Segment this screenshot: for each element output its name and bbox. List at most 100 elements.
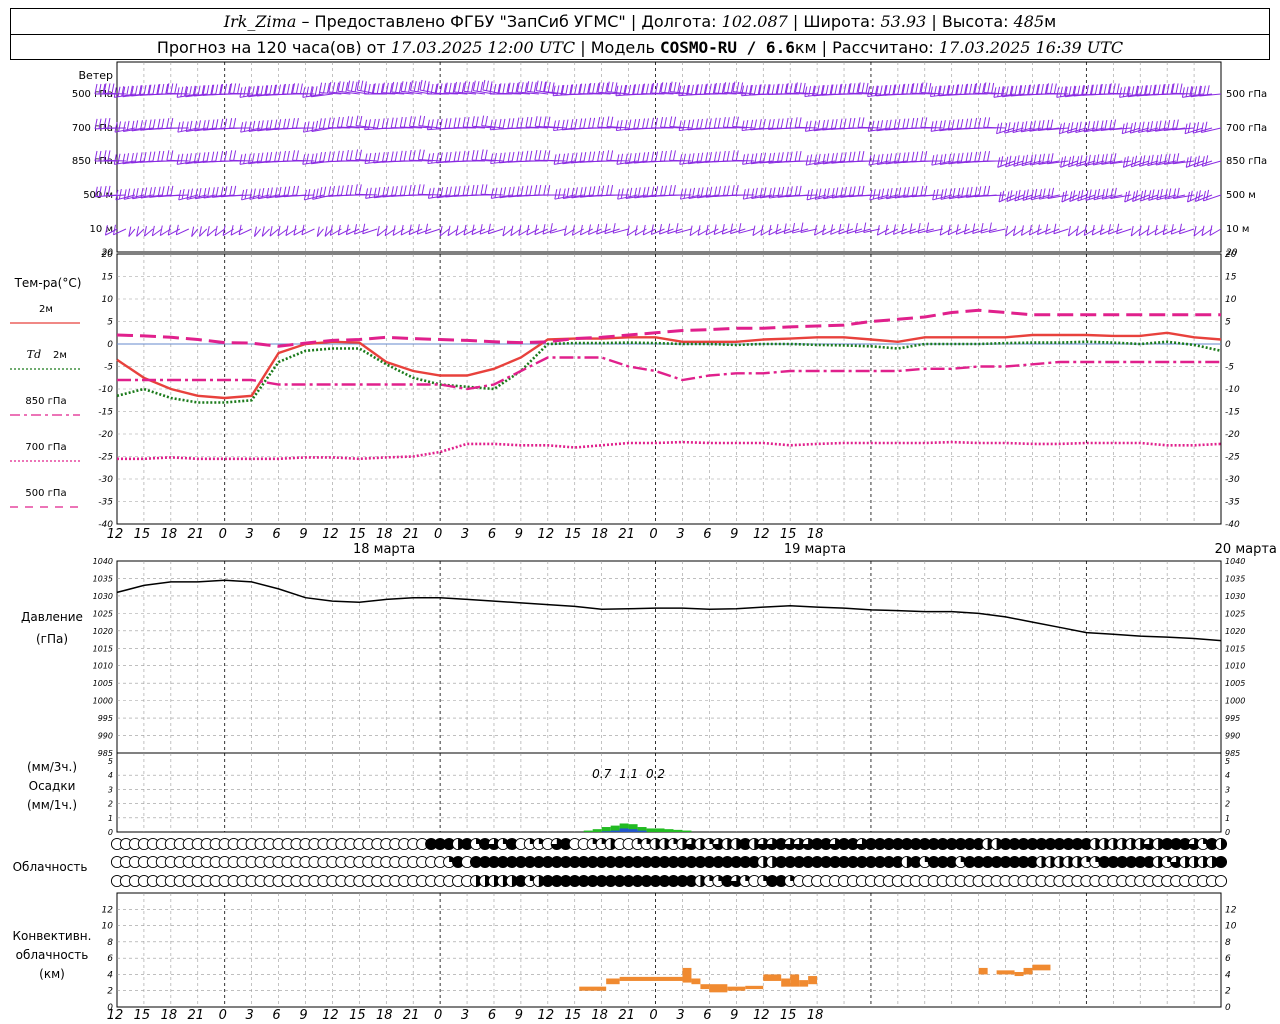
wind-barb-flag [816,85,820,96]
wind-barb-flag [408,150,412,161]
wind-barb-flag [1135,190,1139,201]
wind-barb-flag [777,187,781,198]
wind-barb-flag [368,153,372,164]
wind-barb-flag [180,121,184,132]
wind-barb-shaft [425,228,441,235]
wind-barb-flag [754,119,758,130]
wind-barb-flag [553,154,557,165]
wind-barb-flag [502,118,506,129]
wind-barb-shaft [604,228,620,235]
wind-barb-flag [735,116,739,127]
y-tick-right-pres: 1015 [1225,644,1245,653]
wind-barb-flag [1124,191,1128,203]
wind-barb-flag [543,116,547,127]
wind-barb-flag [269,152,273,163]
wind-barb-flag [892,224,896,235]
wind-barb-flag [610,150,614,161]
y-tick-right-temp: -5 [1225,363,1234,373]
wind-barb-flag [825,119,829,130]
wind-barb-flag [354,81,358,92]
x-tick-conv: 21 [188,1008,205,1023]
wind-barb-flag [403,117,407,128]
wind-barb-flag [161,83,165,95]
y-tick-right-temp: -15 [1225,408,1240,418]
wind-barb-flag [350,81,354,92]
x-tick-conv: 9 [299,1008,307,1023]
wind-barb-flag [143,152,147,163]
wind-barb-flag [1159,188,1163,200]
x-tick-temp: 12 [538,527,555,542]
x-tick-temp: 6 [488,527,496,542]
wind-barb-flag [471,150,475,161]
wind-barb-flag [683,188,687,199]
wind-barb-flag [1078,121,1082,132]
wind-barb-flag [963,223,967,235]
wind-barb-flag [955,224,959,235]
wind-barb-flag [1122,86,1126,97]
wind-barb-flag [781,186,785,198]
meteogram: Ветер 500 гПа 500 гПа 700 гПа 700 гПа 850 гПа… [10,61,1277,1023]
wind-barb-flag [1005,156,1009,167]
wind-barb-flag [758,119,762,130]
y-tick-left-prec: 2 [108,800,113,809]
wind-barb-flag [345,184,349,196]
wind-barb-flag [969,186,973,198]
wind-barb-flag [1014,190,1018,202]
wind-barb-flag [332,82,336,93]
y-tick-right-pres: 990 [1225,732,1240,741]
wind-barb-flag [1204,121,1208,132]
wind-barb-flag [1156,189,1160,200]
wind-barb-flag [286,83,290,95]
wind-barb-flag [987,82,991,93]
wind-barb-flag [814,225,817,236]
wind-barb-flag [408,116,412,127]
wind-barb-flag [620,188,624,199]
wind-barb-flag [794,117,798,128]
x-tick-temp: 3 [245,527,253,542]
wind-barb-flag [480,184,484,195]
wind-barb-flag [534,184,538,196]
x-tick-conv: 18 [807,1008,824,1023]
wind-barb-flag [960,119,964,130]
y-tick-left-temp: 10 [102,295,114,305]
conv-cloud-bar [808,976,818,985]
wind-barb-flag [867,121,871,132]
wind-barb-flag [1087,154,1091,165]
wind-barb-flag [745,153,749,164]
conv-cloud-bar [745,985,764,990]
wind-barb-flag [596,223,600,235]
x-tick-temp: 0 [434,527,442,542]
x-tick-conv: 3 [676,1008,684,1023]
wind-barb-flag [870,86,874,97]
precip-bar-0 [592,829,602,832]
wind-barb-shaft [989,228,1006,234]
x-tick-conv: 6 [488,1008,496,1023]
wind-barb-flag [349,184,353,196]
wind-barb-flag [529,81,533,92]
conv-cloud-bar [763,974,782,981]
wind-level-label-right: 700 гПа [1226,123,1267,134]
wind-barb-flag [529,185,533,196]
wind-barb-flag [1001,190,1005,201]
wind-barb-flag [427,188,431,199]
wind-barb-flag [1175,83,1179,94]
y-tick-left-prec: 5 [108,757,113,766]
wind-barb-flag [1124,122,1128,133]
y-tick-left-prec: 4 [108,771,113,780]
wind-barb-flag [846,223,850,234]
wind-barb-flag [798,151,802,162]
wind-barb-flag [490,153,494,164]
wind-barb-flag [857,151,861,162]
wind-barb-flag [305,86,309,97]
wind-barb-flag [502,152,506,163]
wind-barb-flag [906,186,910,198]
wind-barb-flag [233,83,237,94]
wind-barb-flag [610,185,614,196]
wind-barb-flag [421,184,425,195]
wind-barb-flag [346,116,350,127]
wind-barb-shaft [972,228,988,235]
wind-barb-flag [373,152,377,163]
wind-barb-flag [394,186,398,197]
wind-barb-flag [341,81,345,92]
wind-barb-flag [390,117,394,128]
